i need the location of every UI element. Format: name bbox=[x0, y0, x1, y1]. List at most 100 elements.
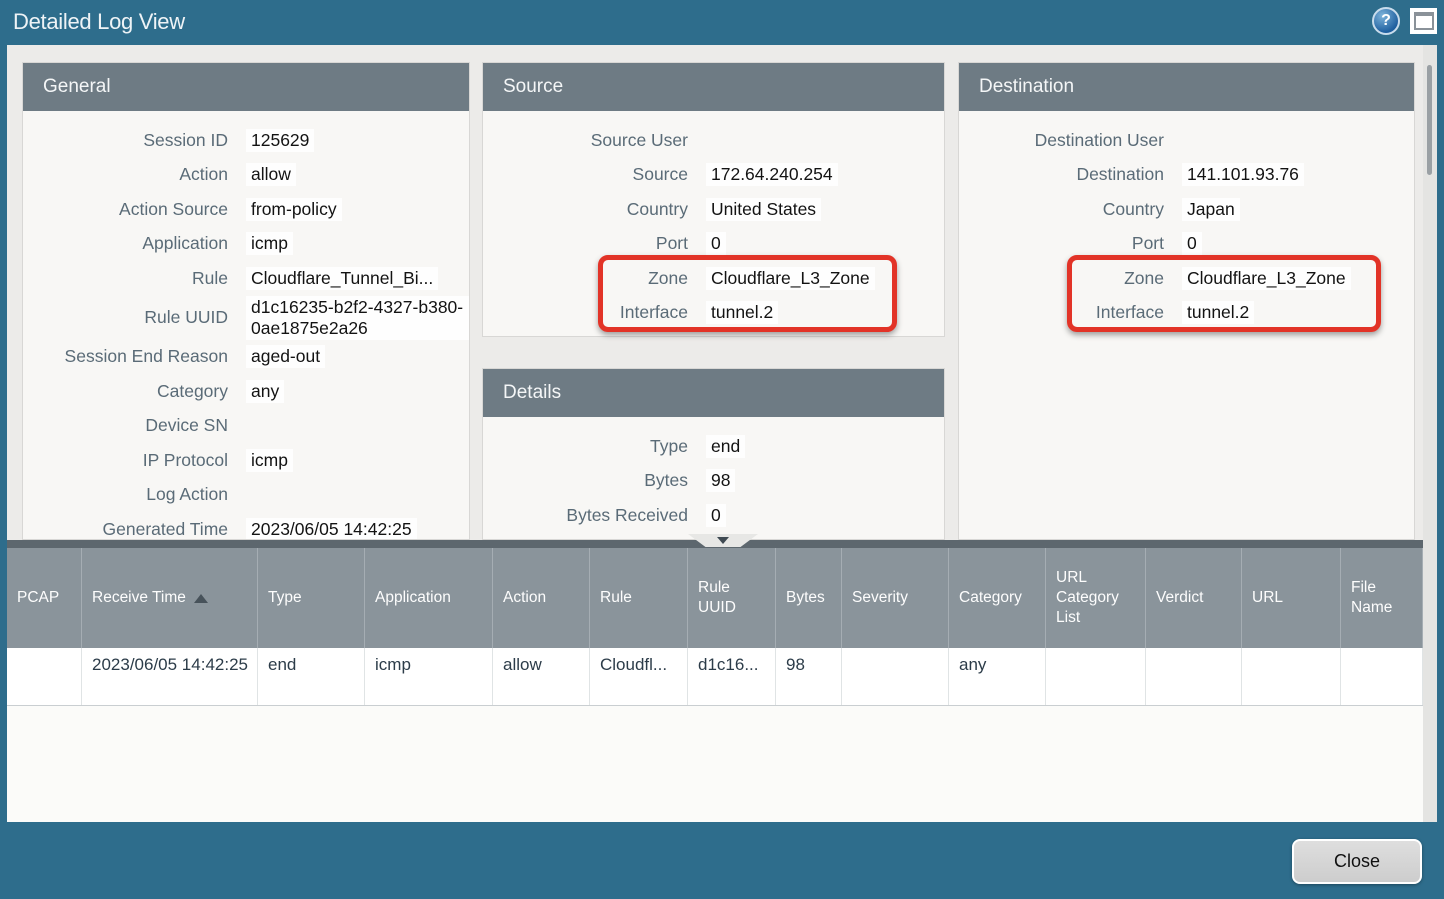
field-value: 98 bbox=[706, 469, 735, 492]
vertical-scrollbar[interactable] bbox=[1423, 45, 1437, 822]
source-panel: Source Source User Source 172.64.240.254… bbox=[482, 62, 945, 337]
field-value: tunnel.2 bbox=[706, 301, 778, 324]
column-label: URL Category List bbox=[1056, 568, 1139, 628]
restore-window-icon[interactable] bbox=[1410, 8, 1437, 34]
column-label: PCAP bbox=[17, 588, 59, 608]
field-row: Zone Cloudflare_L3_Zone bbox=[483, 261, 944, 296]
cell-pcap bbox=[7, 648, 82, 705]
field-row: Interface tunnel.2 bbox=[959, 296, 1414, 331]
field-row: Port 0 bbox=[483, 227, 944, 262]
field-value: icmp bbox=[246, 232, 293, 255]
column-label: Rule bbox=[600, 588, 632, 608]
field-label: Action bbox=[23, 164, 228, 185]
field-value: from-policy bbox=[246, 198, 342, 221]
field-value: 2023/06/05 14:42:25 bbox=[246, 518, 417, 540]
field-label: Generated Time bbox=[23, 519, 228, 540]
column-header-url[interactable]: URL bbox=[1242, 548, 1341, 648]
field-row: Category any bbox=[23, 374, 469, 409]
column-header-bytes[interactable]: Bytes bbox=[776, 548, 842, 648]
field-row: Rule UUID d1c16235-b2f2-4327-b380-0ae187… bbox=[23, 296, 469, 340]
title-bar: Detailed Log View ? bbox=[0, 0, 1444, 45]
field-label: Destination bbox=[959, 164, 1164, 185]
field-value: Cloudflare_Tunnel_Bi... bbox=[246, 267, 438, 290]
field-label: Interface bbox=[483, 302, 688, 323]
field-value: Cloudflare_L3_Zone bbox=[1182, 267, 1351, 290]
column-header-verdict[interactable]: Verdict bbox=[1146, 548, 1242, 648]
table-row[interactable]: 2023/06/05 14:42:25 end icmp allow Cloud… bbox=[7, 648, 1423, 706]
field-label: Country bbox=[959, 199, 1164, 220]
field-row: Session End Reason aged-out bbox=[23, 340, 469, 375]
source-panel-title: Source bbox=[483, 63, 944, 111]
field-label: Country bbox=[483, 199, 688, 220]
details-panel-title: Details bbox=[483, 369, 944, 417]
cell-receive-time: 2023/06/05 14:42:25 bbox=[82, 648, 258, 705]
general-panel-body: Session ID 125629 Action allow Action So… bbox=[23, 111, 469, 540]
destination-panel: Destination Destination User Destination… bbox=[958, 62, 1415, 540]
field-row: Source User bbox=[483, 123, 944, 158]
field-label: Bytes bbox=[483, 470, 688, 491]
column-header-type[interactable]: Type bbox=[258, 548, 365, 648]
field-row: Session ID 125629 bbox=[23, 123, 469, 158]
column-header-severity[interactable]: Severity bbox=[842, 548, 949, 648]
field-row: Action allow bbox=[23, 158, 469, 193]
log-table-header: PCAP Receive Time Type Application Actio… bbox=[7, 548, 1423, 648]
column-header-action[interactable]: Action bbox=[493, 548, 590, 648]
field-row: IP Protocol icmp bbox=[23, 443, 469, 478]
field-row: Destination User bbox=[959, 123, 1414, 158]
field-value: 141.101.93.76 bbox=[1182, 163, 1304, 186]
field-label: Rule bbox=[23, 268, 228, 289]
column-header-category[interactable]: Category bbox=[949, 548, 1046, 648]
scrollbar-thumb[interactable] bbox=[1427, 65, 1432, 175]
cell-severity bbox=[842, 648, 949, 705]
column-header-file-name[interactable]: File Name bbox=[1341, 548, 1423, 648]
field-label: Application bbox=[23, 233, 228, 254]
field-value: tunnel.2 bbox=[1182, 301, 1254, 324]
field-label: Destination User bbox=[959, 130, 1164, 151]
close-button-label: Close bbox=[1334, 851, 1380, 872]
detailed-log-view-dialog: Detailed Log View ? General Session ID 1… bbox=[0, 0, 1444, 899]
field-row: Country Japan bbox=[959, 192, 1414, 227]
field-value: end bbox=[706, 435, 745, 458]
sort-ascending-icon bbox=[194, 594, 208, 603]
page-title: Detailed Log View bbox=[13, 9, 185, 35]
column-header-application[interactable]: Application bbox=[365, 548, 493, 648]
field-label: Type bbox=[483, 436, 688, 457]
column-label: Type bbox=[268, 588, 302, 608]
column-header-rule[interactable]: Rule bbox=[590, 548, 688, 648]
close-button[interactable]: Close bbox=[1292, 839, 1422, 884]
cell-rule-uuid: d1c16... bbox=[688, 648, 776, 705]
column-label: Severity bbox=[852, 588, 908, 608]
destination-panel-title: Destination bbox=[959, 63, 1414, 111]
field-label: Session ID bbox=[23, 130, 228, 151]
restore-window-icon-glyph bbox=[1414, 12, 1434, 30]
field-row: Destination 141.101.93.76 bbox=[959, 158, 1414, 193]
field-value: allow bbox=[246, 163, 296, 186]
help-icon[interactable]: ? bbox=[1372, 7, 1400, 35]
column-header-receive-time[interactable]: Receive Time bbox=[82, 548, 258, 648]
cell-bytes: 98 bbox=[776, 648, 842, 705]
field-value: 0 bbox=[706, 504, 726, 527]
field-value: Cloudflare_L3_Zone bbox=[706, 267, 875, 290]
field-value: 0 bbox=[1182, 232, 1202, 255]
source-panel-body: Source User Source 172.64.240.254 Countr… bbox=[483, 111, 944, 330]
field-label: Source bbox=[483, 164, 688, 185]
field-label: Port bbox=[483, 233, 688, 254]
field-row: Device SN bbox=[23, 409, 469, 444]
column-header-pcap[interactable]: PCAP bbox=[7, 548, 82, 648]
cell-url-category-list bbox=[1046, 648, 1146, 705]
column-label: URL bbox=[1252, 588, 1283, 608]
help-icon-glyph: ? bbox=[1381, 12, 1391, 30]
field-row: Interface tunnel.2 bbox=[483, 296, 944, 331]
column-header-rule-uuid[interactable]: Rule UUID bbox=[688, 548, 776, 648]
column-label: File Name bbox=[1351, 578, 1416, 618]
field-row: Log Action bbox=[23, 478, 469, 513]
column-label: Receive Time bbox=[92, 588, 186, 608]
field-value: icmp bbox=[246, 449, 293, 472]
field-value: aged-out bbox=[246, 345, 325, 368]
field-label: Device SN bbox=[23, 415, 228, 436]
field-row: Zone Cloudflare_L3_Zone bbox=[959, 261, 1414, 296]
destination-panel-body: Destination User Destination 141.101.93.… bbox=[959, 111, 1414, 330]
field-label: Zone bbox=[959, 268, 1164, 289]
cell-rule: Cloudfl... bbox=[590, 648, 688, 705]
column-header-url-category-list[interactable]: URL Category List bbox=[1046, 548, 1146, 648]
